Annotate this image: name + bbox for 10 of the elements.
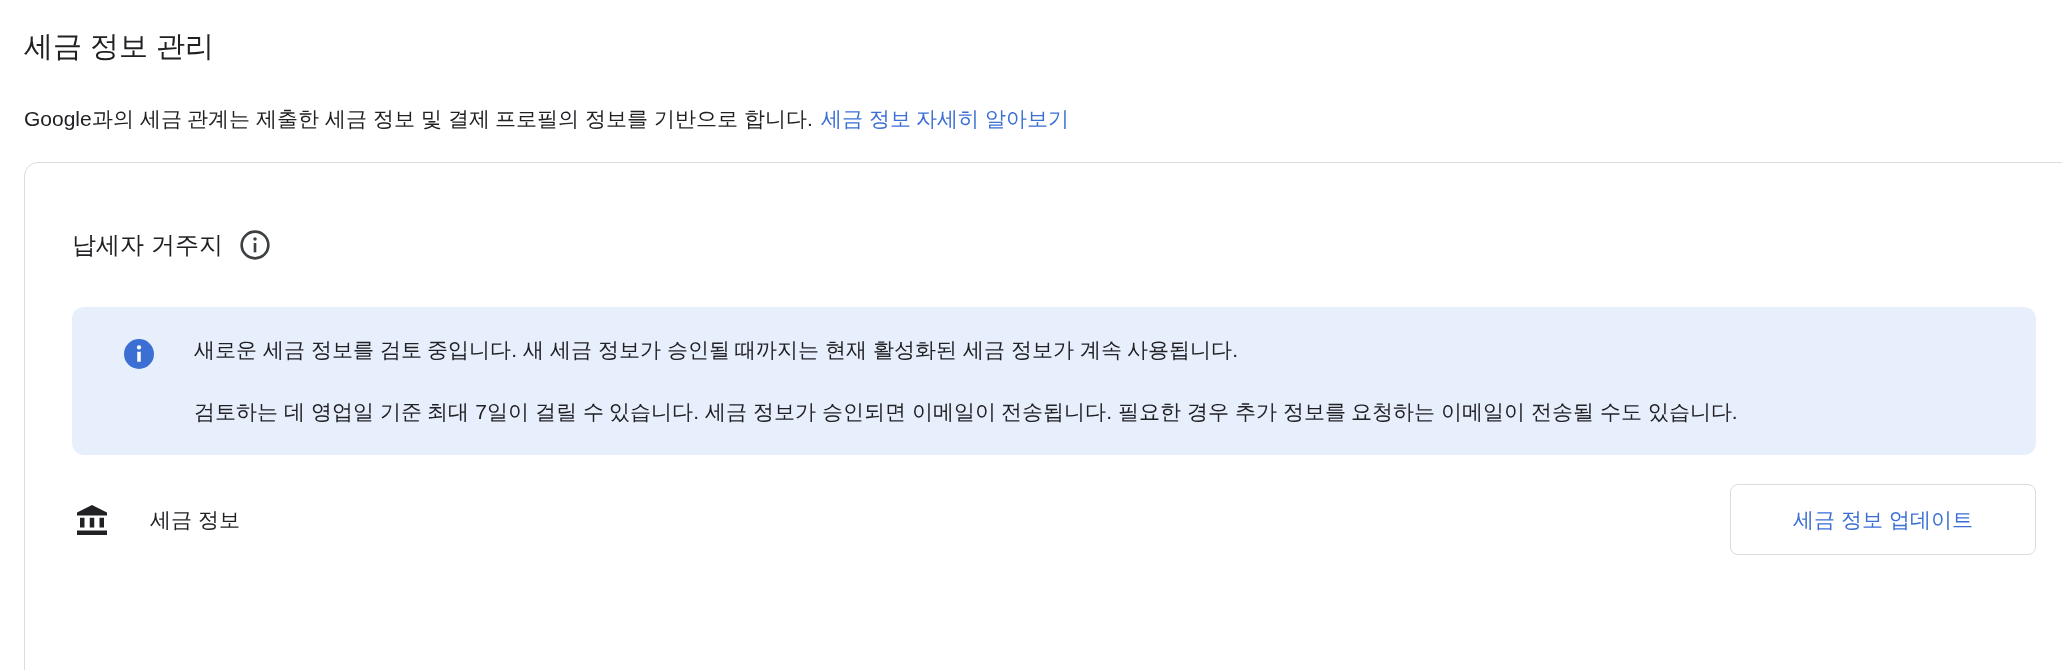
tax-info-label: 세금 정보 [150, 506, 241, 533]
learn-more-link[interactable]: 세금 정보 자세히 알아보기 [820, 107, 1070, 130]
notice-text: 검토하는 데 영업일 기준 최대 7일이 걸릴 수 있습니다. 세금 정보가 승인되면 이메일이 전송됩니다. 필요한 경우 추가 정보를 요청하는 이메일이 전송될 수도 있습니다. [194, 399, 1738, 425]
description-text: Google과의 세금 관계는 제출한 세금 정보 및 결제 프로필의 정보를 기반으로 합니다. [24, 107, 813, 130]
info-icon[interactable] [238, 229, 271, 261]
update-button[interactable]: 세금 정보 업데이트 [1730, 484, 2036, 555]
notice-text: 새로운 세금 정보를 검토 중입니다. 새 세금 정보가 승인될 때까지는 현재 활성화된 세금 정보가 계속 사용됩니다. [194, 337, 1240, 363]
page-title: 세금 정보 관리 [24, 29, 216, 64]
section-heading: 납세자 거주지 [72, 230, 223, 260]
info-icon [124, 339, 154, 369]
